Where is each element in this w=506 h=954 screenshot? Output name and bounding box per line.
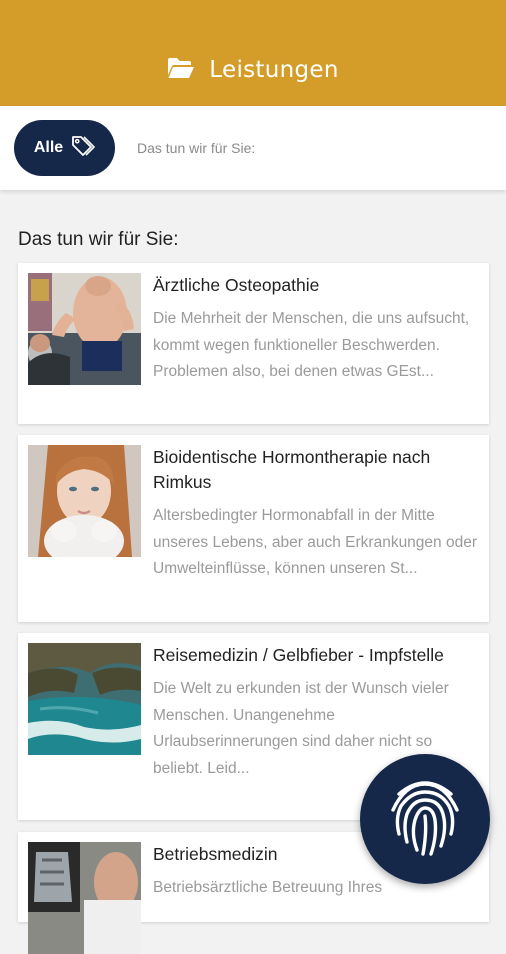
filter-bar: Alle Das tun wir für Sie: bbox=[0, 106, 506, 190]
page-title: Leistungen bbox=[209, 57, 339, 83]
service-thumbnail bbox=[28, 643, 141, 755]
service-text: Bioidentische Hormontherapie nach Rimkus… bbox=[153, 445, 483, 583]
service-description: Altersbedingter Hormonabfall in der Mitt… bbox=[153, 507, 477, 577]
service-thumbnail bbox=[28, 445, 141, 557]
folder-open-icon bbox=[167, 57, 195, 83]
service-text: Ärztliche Osteopathie Die Mehrheit der M… bbox=[153, 273, 483, 386]
service-card[interactable]: Ärztliche Osteopathie Die Mehrheit der M… bbox=[18, 263, 489, 424]
fingerprint-button[interactable] bbox=[360, 754, 490, 884]
service-title: Bioidentische Hormontherapie nach Rimkus bbox=[153, 447, 431, 492]
service-title: Reisemedizin / Gelbfieber - Impfstelle bbox=[153, 645, 444, 665]
app-header: Leistungen bbox=[0, 0, 506, 106]
service-description: Die Mehrheit der Menschen, die uns aufsu… bbox=[153, 310, 470, 380]
fingerprint-icon bbox=[385, 776, 465, 862]
filter-chip-label: Alle bbox=[33, 139, 64, 156]
service-card[interactable]: Bioidentische Hormontherapie nach Rimkus… bbox=[18, 435, 489, 622]
filter-hint: Das tun wir für Sie: bbox=[137, 140, 256, 156]
service-thumbnail bbox=[28, 273, 141, 385]
service-title: Ärztliche Osteopathie bbox=[153, 275, 320, 295]
tags-icon bbox=[71, 135, 95, 161]
service-thumbnail bbox=[28, 842, 141, 954]
filter-chip-all[interactable]: Alle bbox=[14, 120, 115, 176]
header-title-group: Leistungen bbox=[167, 57, 338, 83]
section-title: Das tun wir für Sie: bbox=[18, 229, 179, 250]
